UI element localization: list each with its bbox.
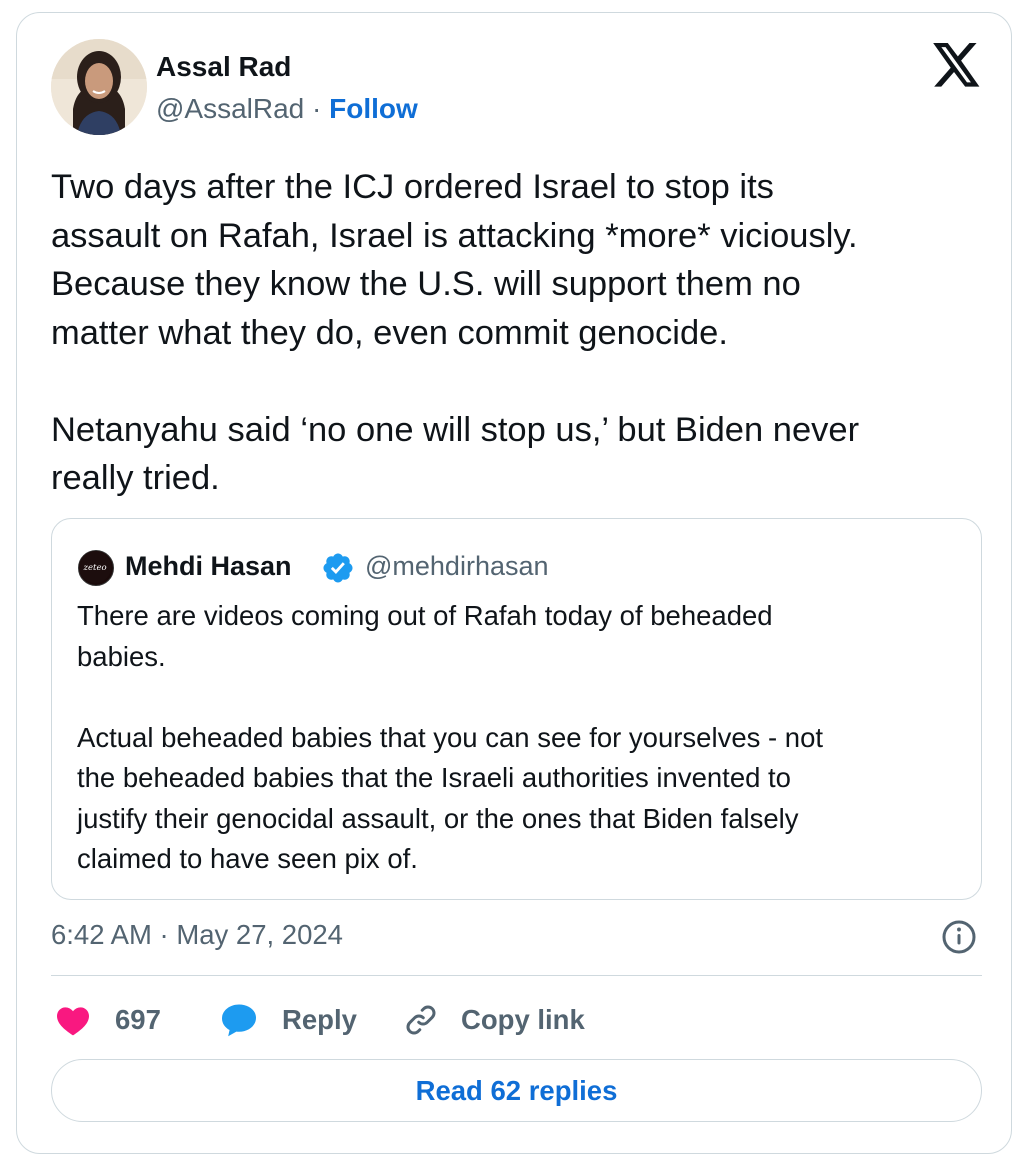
tweet-timestamp[interactable]: 6:42 AM · May 27, 2024 — [51, 919, 343, 951]
copy-link-label: Copy link — [461, 1004, 585, 1035]
quoted-author-handle[interactable]: @mehdirhasan — [365, 551, 549, 582]
zeteo-logo-text: zeteo — [83, 563, 107, 573]
author-name[interactable]: Assal Rad — [156, 51, 291, 83]
like-count: 697 — [115, 1004, 161, 1035]
zeteo-logo: zeteo — [79, 551, 112, 584]
handle-separator: · — [304, 93, 330, 124]
follow-button[interactable]: Follow — [329, 93, 418, 124]
author-avatar-image — [51, 39, 147, 135]
like-button[interactable]: 697 — [55, 998, 161, 1042]
quoted-tweet[interactable]: zeteo Mehdi Hasan @mehdirhasan There are… — [51, 518, 982, 900]
quoted-tweet-text: There are videos coming out of Rafah tod… — [77, 600, 824, 874]
info-icon[interactable] — [941, 919, 977, 955]
quoted-author-name[interactable]: Mehdi Hasan — [125, 551, 292, 582]
tweet-card: Assal Rad @AssalRad · Follow Two days af… — [16, 12, 1012, 1154]
verified-badge-icon — [323, 553, 353, 583]
author-handle[interactable]: @AssalRad — [156, 93, 304, 124]
copy-link-button[interactable]: Copy link — [403, 998, 585, 1042]
quoted-author-avatar[interactable]: zeteo — [78, 550, 114, 586]
author-handle-row: @AssalRad · Follow — [156, 93, 418, 125]
heart-icon — [57, 1007, 89, 1036]
x-logo-icon[interactable] — [933, 43, 981, 87]
divider — [51, 975, 982, 976]
read-replies-button[interactable]: Read 62 replies — [51, 1059, 982, 1122]
reply-label: Reply — [282, 1004, 357, 1035]
tweet-text: Two days after the ICJ ordered Israel to… — [51, 168, 860, 497]
link-icon — [406, 1005, 436, 1035]
speech-bubble-icon — [222, 1004, 256, 1037]
author-avatar[interactable] — [51, 39, 147, 135]
reply-button[interactable]: Reply — [220, 998, 357, 1042]
